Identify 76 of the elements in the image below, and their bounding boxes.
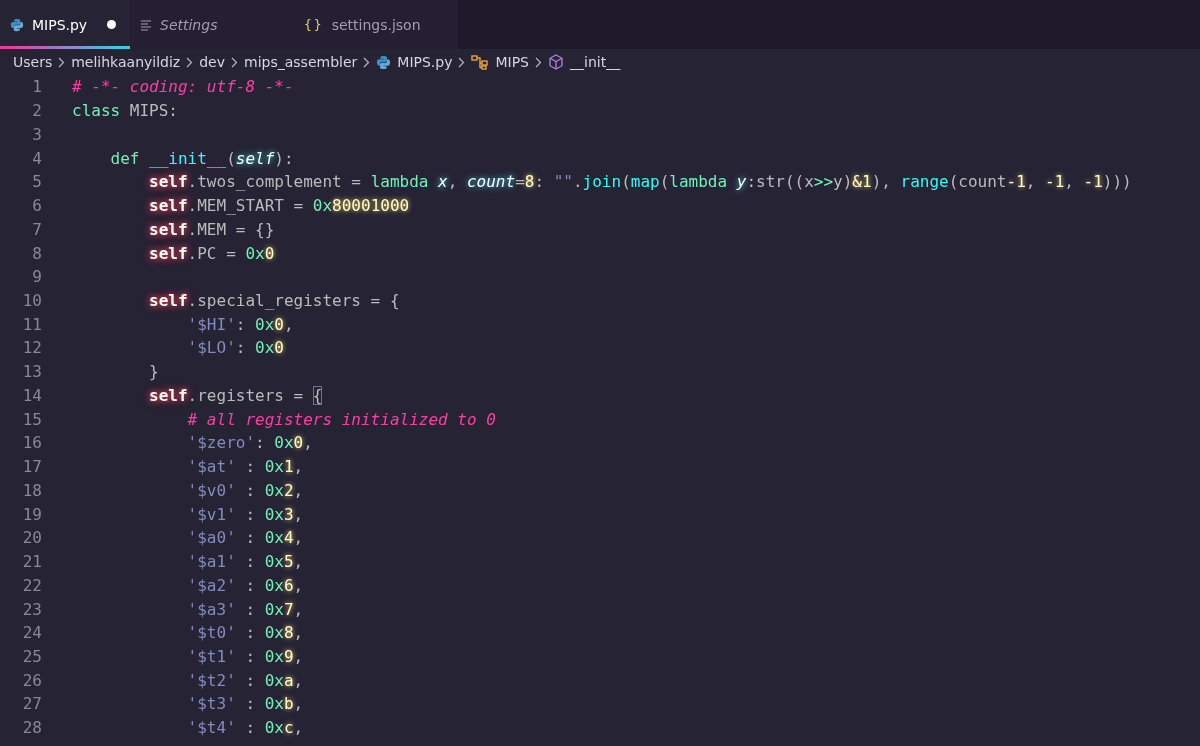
line-number: 11	[21, 314, 43, 334]
line-number: 23	[21, 599, 43, 619]
lines-icon	[140, 18, 152, 31]
code-line: '$a0' : 0x4,	[186, 528, 304, 548]
breadcrumb-item[interactable]: dev	[199, 54, 225, 70]
code-line: '$a1' : 0x5,	[186, 552, 304, 572]
code-line: '$zero': 0x0,	[186, 433, 313, 453]
code-line: self.MEM = {}	[148, 219, 275, 239]
chevron-icon	[231, 56, 238, 68]
line-number: 8	[31, 243, 43, 263]
line-number: 26	[21, 670, 43, 690]
line-number: 22	[21, 575, 43, 595]
chevron-icon	[535, 56, 542, 68]
code-line: '$t2' : 0xa,	[186, 670, 304, 690]
code-line: '$t0' : 0x8,	[186, 623, 304, 643]
breadcrumb-item[interactable]: __init__	[570, 54, 621, 70]
chevron-icon	[363, 56, 371, 68]
line-number: 27	[21, 694, 43, 714]
line-number: 15	[21, 409, 43, 429]
chevron-icon	[458, 56, 466, 68]
code-line: '$a2' : 0x6,	[186, 575, 304, 595]
class-icon	[471, 54, 490, 70]
python-icon	[10, 17, 24, 32]
braces-icon: {}	[304, 17, 324, 32]
code-line: '$v1' : 0x3,	[186, 504, 304, 524]
code-line: # all registers initialized to 0	[186, 409, 496, 429]
line-number: 4	[31, 148, 43, 168]
chevron-icon	[58, 56, 66, 68]
editor-tab[interactable]: {} settings.json	[294, 0, 458, 49]
line-number: 20	[21, 528, 43, 548]
code-line: '$LO': 0x0	[186, 338, 284, 358]
code-line: self.special_registers = {	[148, 290, 400, 310]
line-number: 9	[31, 267, 43, 287]
line-number: 17	[21, 457, 43, 477]
line-number: 1	[31, 77, 43, 97]
code-line: '$t1' : 0x9,	[186, 647, 304, 666]
line-number: 14	[21, 385, 43, 405]
code-line: # -*- coding: utf-8 -*-	[72, 77, 294, 97]
breadcrumb-item[interactable]: MIPS	[495, 54, 529, 70]
code-line: '$HI': 0x0,	[186, 314, 294, 334]
code-line: }	[148, 362, 159, 382]
code-line: self.PC = 0x0	[148, 243, 275, 263]
breadcrumb-item[interactable]: mips_assembler	[244, 54, 358, 70]
breadcrumb-item[interactable]: melihkaanyildiz	[71, 54, 181, 70]
code-line: self.twos_complement = lambda x, count=8: "".join(map(lambda y:str((x>>y)&1), range(count-1, -1, -1)))	[148, 172, 1132, 192]
line-number: 25	[21, 647, 43, 666]
line-number: 5	[31, 172, 43, 192]
line-number: 12	[21, 338, 43, 358]
line-number: 16	[21, 433, 43, 453]
code-line: '$v0' : 0x2,	[186, 480, 304, 500]
editor-tab[interactable]: Settings	[130, 0, 294, 49]
breadcrumb-item[interactable]: Users	[13, 54, 53, 70]
code-line: def __init__(self):	[109, 148, 294, 168]
code-line: '$t4' : 0xc,	[186, 718, 304, 738]
editor-tab[interactable]: MIPS.py	[0, 0, 130, 49]
breadcrumb-item[interactable]: MIPS.py	[397, 54, 453, 70]
line-number: 21	[21, 552, 43, 572]
line-number: 7	[31, 219, 43, 239]
line-number: 24	[21, 623, 43, 643]
code-line: self.registers = {	[148, 385, 323, 405]
cube-icon	[548, 54, 564, 70]
code-line: '$a3' : 0x7,	[186, 599, 304, 619]
line-number: 2	[31, 101, 43, 121]
line-number: 6	[31, 196, 43, 216]
code-line: class MIPS:	[72, 101, 178, 121]
code-line: '$at' : 0x1,	[186, 457, 304, 477]
python-icon	[376, 54, 392, 70]
line-number: 19	[21, 504, 43, 524]
line-number: 10	[21, 290, 43, 310]
code-line: self.MEM_START = 0x80001000	[148, 196, 410, 216]
line-number: 3	[31, 124, 43, 144]
line-number: 28	[21, 718, 43, 738]
chevron-icon	[186, 56, 194, 68]
line-number: 18	[21, 480, 43, 500]
code-line: '$t3' : 0xb,	[186, 694, 304, 714]
line-number: 13	[21, 362, 43, 382]
